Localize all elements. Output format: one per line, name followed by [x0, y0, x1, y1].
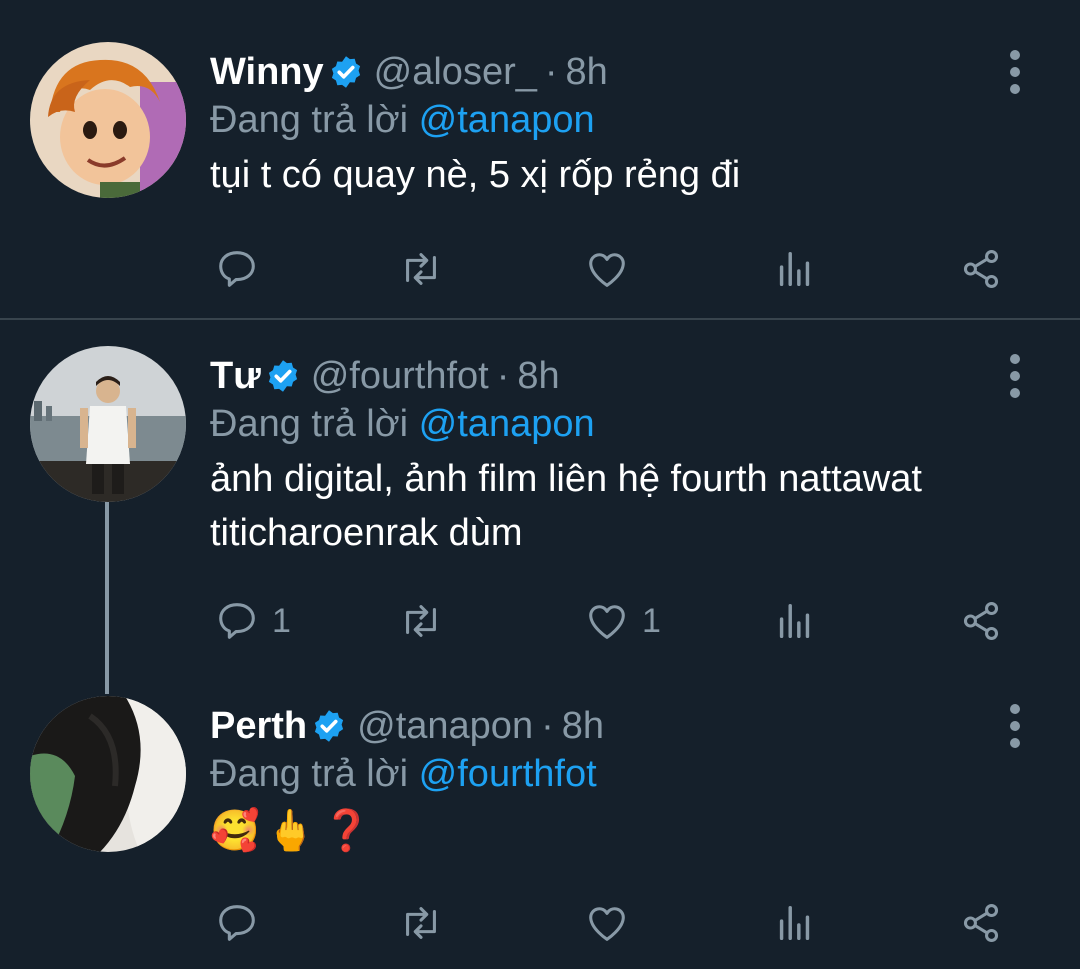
reply-button[interactable]: 1: [214, 598, 291, 644]
share-button[interactable]: [958, 246, 1004, 292]
tweet-winny[interactable]: Winny @aloser_ · 8h Đang trả lời @tanapo…: [0, 0, 1080, 318]
verified-badge-icon: [311, 708, 347, 744]
mention-link[interactable]: @tanapon: [419, 403, 595, 445]
display-name[interactable]: Tư: [210, 352, 261, 400]
tweet-emojis: 🥰 🖕 ❓: [210, 804, 1000, 858]
display-name[interactable]: Perth: [210, 702, 307, 750]
like-button[interactable]: [584, 900, 642, 946]
display-name[interactable]: Winny: [210, 48, 324, 96]
reply-count: 1: [272, 601, 291, 640]
like-count: 1: [642, 601, 661, 640]
replying-to: Đang trả lời @tanapon: [210, 400, 1000, 448]
reply-icon: [219, 603, 255, 639]
retweet-button[interactable]: [398, 246, 444, 292]
smiling-face-with-hearts-emoji: 🥰: [210, 809, 260, 853]
tweet-header: Tư @fourthfot · 8h: [210, 352, 1000, 400]
share-icon: [963, 904, 999, 942]
user-handle[interactable]: @tanapon: [357, 702, 533, 750]
action-bar: [210, 900, 1010, 950]
retweet-icon: [406, 907, 436, 939]
share-button[interactable]: [958, 900, 1004, 946]
question-mark-emoji: ❓: [321, 809, 372, 853]
action-bar: [210, 246, 1010, 296]
mention-link[interactable]: @tanapon: [419, 99, 595, 141]
avatar-tu[interactable]: [30, 346, 186, 502]
analytics-icon: [779, 603, 810, 639]
analytics-button[interactable]: [772, 246, 818, 292]
analytics-button[interactable]: [772, 900, 818, 946]
user-handle[interactable]: @fourthfot: [311, 352, 489, 400]
timestamp[interactable]: 8h: [517, 352, 559, 400]
replying-to: Đang trả lời @tanapon: [210, 96, 1000, 144]
analytics-icon: [779, 251, 810, 287]
retweet-button[interactable]: [398, 598, 444, 644]
share-button[interactable]: [958, 598, 1004, 644]
separator-dot: ·: [541, 705, 554, 747]
heart-icon: [589, 605, 625, 639]
avatar-winny[interactable]: [30, 42, 186, 198]
reply-icon: [219, 251, 255, 287]
timestamp[interactable]: 8h: [566, 48, 608, 96]
more-vertical-icon[interactable]: [1000, 704, 1030, 748]
mention-link[interactable]: @fourthfot: [419, 753, 597, 795]
user-handle[interactable]: @aloser_: [374, 48, 537, 96]
analytics-icon: [779, 905, 810, 941]
tweet-tu[interactable]: Tư @fourthfot · 8h Đang trả lời @tanapon…: [0, 320, 1080, 660]
more-vertical-icon[interactable]: [1000, 50, 1030, 94]
heart-icon: [589, 253, 625, 287]
reply-button[interactable]: [214, 246, 272, 292]
separator-dot: ·: [496, 355, 510, 397]
tweet-text: tụi t có quay nè, 5 xị rốp rẻng đi: [210, 154, 741, 196]
retweet-icon: [406, 605, 436, 637]
share-icon: [963, 250, 999, 288]
action-bar: 1 1: [210, 598, 1010, 648]
middle-finger-emoji: 🖕: [265, 809, 316, 853]
reply-button[interactable]: [214, 900, 272, 946]
timestamp[interactable]: 8h: [562, 702, 604, 750]
like-button[interactable]: 1: [584, 598, 661, 644]
tweet-perth[interactable]: Perth @tanapon · 8h Đang trả lời @fourth…: [0, 672, 1080, 969]
reply-prefix: Đang trả lời: [210, 99, 409, 141]
more-vertical-icon[interactable]: [1000, 354, 1030, 398]
reply-icon: [219, 905, 255, 941]
avatar-perth[interactable]: [30, 696, 186, 852]
share-icon: [963, 602, 999, 640]
reply-prefix: Đang trả lời: [210, 403, 409, 445]
tweet-text: ảnh digital, ảnh film liên hệ fourth nat…: [210, 458, 922, 554]
like-button[interactable]: [584, 246, 642, 292]
tweet-header: Winny @aloser_ · 8h: [210, 48, 1000, 96]
reply-prefix: Đang trả lời: [210, 753, 409, 795]
tweet-header: Perth @tanapon · 8h: [210, 702, 1000, 750]
verified-badge-icon: [328, 54, 364, 90]
heart-icon: [589, 907, 625, 941]
analytics-button[interactable]: [772, 598, 818, 644]
retweet-button[interactable]: [398, 900, 444, 946]
retweet-icon: [406, 253, 436, 285]
separator-dot: ·: [544, 51, 558, 93]
verified-badge-icon: [265, 358, 301, 394]
replying-to: Đang trả lời @fourthfot: [210, 750, 1000, 798]
